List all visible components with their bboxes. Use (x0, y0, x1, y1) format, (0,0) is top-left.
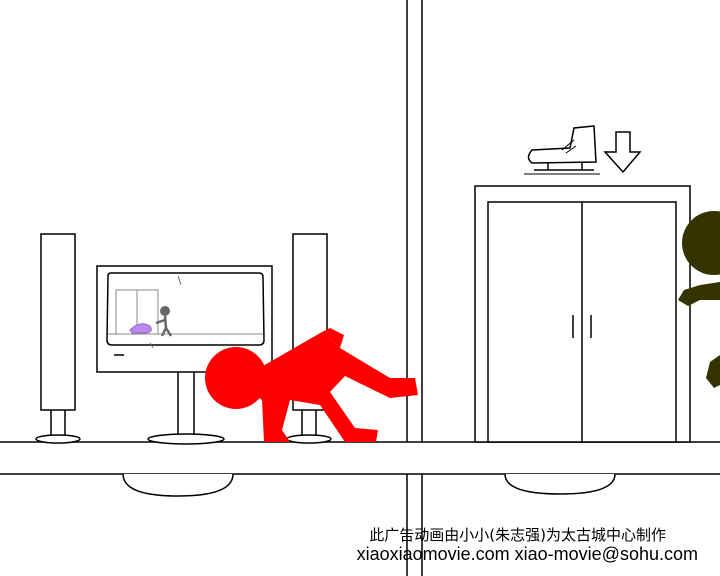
credit-caption: 此广告动画由小小(朱志强)为太古城中心制作 (369, 526, 666, 544)
down-arrow-icon (603, 131, 642, 174)
elevator (474, 185, 691, 443)
contact-caption: xiaoxiaomovie.com xiao-movie@sohu.com (356, 544, 698, 564)
ice-skate-icon (524, 125, 600, 175)
floor-shadows (122, 473, 616, 497)
left-speaker (35, 233, 81, 444)
wall-divider (406, 0, 423, 576)
floor (0, 441, 720, 475)
animation-frame (0, 0, 720, 576)
